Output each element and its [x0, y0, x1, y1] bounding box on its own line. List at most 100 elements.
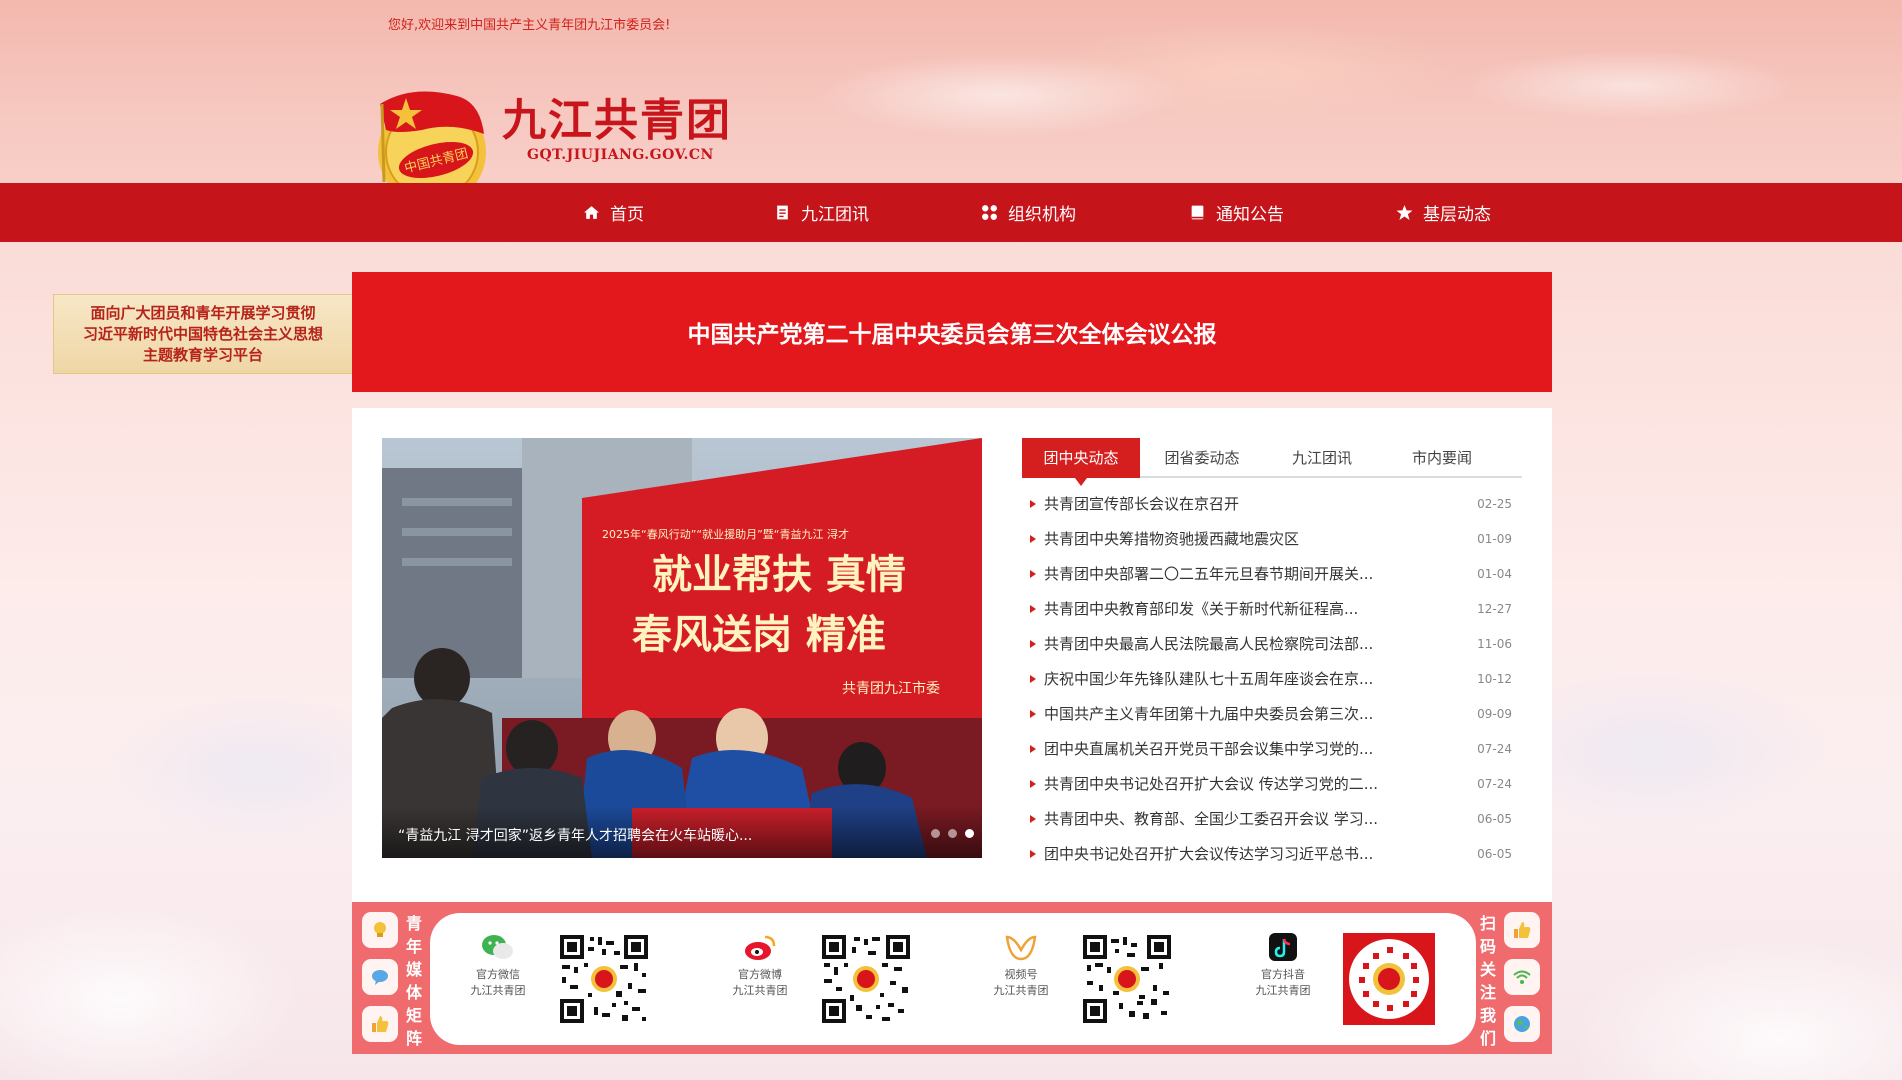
channel-account: 九江共青团	[470, 984, 526, 997]
channel-account: 九江共青团	[1255, 984, 1311, 997]
nav-notices[interactable]: 通知公告	[1189, 183, 1284, 242]
globe-button[interactable]	[1504, 1006, 1540, 1042]
douyin-channel[interactable]: 官方抖音 九江共青团	[1242, 933, 1324, 999]
news-item[interactable]: 共青团中央最高人民法院最高人民检察院司法部... 11-06	[1030, 626, 1512, 661]
channel-name: 官方微信	[476, 968, 520, 981]
slide-caption[interactable]: “青益九江 浔才回家”返乡青年人才招聘会在火车站暖心...	[382, 806, 982, 858]
news-date: 02-25	[1477, 496, 1512, 511]
channel-account: 九江共青团	[732, 984, 788, 997]
nav-label: 组织机构	[1008, 205, 1076, 225]
news-list: 共青团宣传部长会议在京召开 02-25 共青团中央筹措物资驰援西藏地震灾区 01-0…	[1030, 486, 1512, 871]
news-tabs: 团中央动态 团省委动态 九江团讯 市内要闻	[1022, 438, 1522, 486]
tab-city-news[interactable]: 市内要闻	[1387, 438, 1497, 478]
study-platform-banner[interactable]: 面向广大团员和青年开展学习贯彻 习近平新时代中国特色社会主义思想 主题教育学习平…	[53, 294, 353, 374]
news-date: 01-04	[1477, 566, 1512, 581]
header-background	[0, 0, 1902, 184]
news-title: 共青团中央书记处召开扩大会议 传达学习党的二...	[1044, 775, 1379, 793]
like-button[interactable]	[1504, 912, 1540, 948]
site-title[interactable]: 九江共青团	[502, 84, 732, 148]
bullet-arrow-icon	[1030, 779, 1036, 788]
tab-provincial-news[interactable]: 团省委动态	[1147, 438, 1257, 478]
banner-small-text: 2025年“春风行动”“就业援助月”暨“青益九江 浔才	[602, 527, 849, 541]
weibo-qr-code	[820, 933, 912, 1025]
slide-dot[interactable]	[931, 829, 940, 838]
news-title: 共青团中央筹措物资驰援西藏地震灾区	[1044, 530, 1300, 548]
nav-label: 首页	[610, 205, 644, 225]
news-title: 共青团中央教育部印发《关于新时代新征程高...	[1044, 600, 1359, 618]
thumbs-up-icon	[1514, 922, 1531, 938]
weibo-icon	[745, 935, 776, 960]
grid-icon	[982, 205, 997, 220]
channel-name: 官方微博	[738, 968, 782, 981]
slide-dot-active[interactable]	[965, 829, 974, 838]
nav-organization[interactable]: 组织机构	[981, 183, 1076, 242]
channel-account: 九江共青团	[993, 984, 1049, 997]
wifi-button[interactable]	[1504, 959, 1540, 995]
news-date: 07-24	[1477, 776, 1512, 791]
banner-org-text: 共青团九江市委	[842, 680, 940, 697]
news-item[interactable]: 中国共产主义青年团第十九届中央委员会第三次... 09-09	[1030, 696, 1512, 731]
tab-central-news[interactable]: 团中央动态	[1022, 438, 1140, 486]
lightbulb-icon	[374, 922, 386, 937]
news-date: 06-05	[1477, 811, 1512, 826]
news-date: 10-12	[1477, 671, 1512, 686]
news-date: 06-05	[1477, 846, 1512, 861]
news-slideshow[interactable]: 就业帮扶 真情 春风送岗 精准 2025年“春风行动”“就业援助月”暨“青益九江…	[382, 438, 982, 858]
news-date: 01-09	[1477, 531, 1512, 546]
news-title: 共青团中央部署二〇二五年元旦春节期间开展关...	[1044, 565, 1374, 583]
news-item[interactable]: 团中央直属机关召开党员干部会议集中学习党的... 07-24	[1030, 731, 1512, 766]
study-platform-line: 习近平新时代中国特色社会主义思想	[82, 324, 323, 343]
news-item[interactable]: 共青团中央教育部印发《关于新时代新征程高... 12-27	[1030, 591, 1512, 626]
news-title: 团中央书记处召开扩大会议传达学习习近平总书...	[1044, 845, 1374, 863]
nav-jiujiang-news[interactable]: 九江团讯	[774, 183, 869, 242]
bullet-arrow-icon	[1030, 499, 1036, 508]
wechat-channel[interactable]: 官方微信 九江共青团	[457, 933, 539, 999]
nav-home[interactable]: 首页	[583, 183, 644, 242]
news-title: 共青团中央、教育部、全国少工委召开会议 学习...	[1044, 810, 1379, 828]
news-item[interactable]: 共青团中央、教育部、全国少工委召开会议 学习... 06-05	[1030, 801, 1512, 836]
news-item[interactable]: 共青团中央筹措物资驰援西藏地震灾区 01-09	[1030, 521, 1512, 556]
news-item[interactable]: 团中央书记处召开扩大会议传达学习习近平总书... 06-05	[1030, 836, 1512, 871]
news-item[interactable]: 庆祝中国少年先锋队建队七十五周年座谈会在京... 10-12	[1030, 661, 1512, 696]
slide-dot[interactable]	[948, 829, 957, 838]
document-icon	[777, 205, 788, 220]
book-icon	[1191, 205, 1204, 220]
headline-banner[interactable]: 中国共产党第二十届中央委员会第三次全体会议公报	[352, 272, 1552, 392]
thumbs-up-button[interactable]	[362, 1006, 398, 1042]
news-date: 07-24	[1477, 741, 1512, 756]
media-matrix-label: 青年媒体矩阵	[405, 914, 422, 1048]
video-channel[interactable]: 视频号 九江共青团	[980, 933, 1062, 999]
channel-name: 官方抖音	[1261, 968, 1305, 981]
news-item[interactable]: 共青团中央部署二〇二五年元旦春节期间开展关... 01-04	[1030, 556, 1512, 591]
news-title: 中国共产主义青年团第十九届中央委员会第三次...	[1044, 705, 1374, 723]
lightbulb-button[interactable]	[362, 912, 398, 948]
slide-indicators	[931, 829, 974, 838]
banner-text-line2: 春风送岗 精准	[632, 611, 886, 658]
nav-label: 基层动态	[1423, 205, 1491, 225]
bullet-arrow-icon	[1030, 604, 1036, 613]
nav-label: 九江团讯	[801, 205, 869, 225]
news-date: 12-27	[1477, 601, 1512, 616]
news-item[interactable]: 共青团中央书记处召开扩大会议 传达学习党的二... 07-24	[1030, 766, 1512, 801]
tab-jiujiang-news[interactable]: 九江团讯	[1267, 438, 1377, 478]
wechat-qr-code	[558, 933, 650, 1025]
star-icon	[1396, 205, 1413, 220]
home-icon	[584, 206, 599, 219]
wechat-icon	[482, 935, 513, 959]
study-platform-line: 面向广大团员和青年开展学习贯彻	[90, 303, 316, 322]
wifi-icon	[1513, 970, 1531, 984]
study-platform-line: 主题教育学习平台	[142, 345, 263, 364]
bullet-arrow-icon	[1030, 744, 1036, 753]
weibo-channel[interactable]: 官方微博 九江共青团	[719, 933, 801, 999]
chat-button[interactable]	[362, 959, 398, 995]
nav-grassroots[interactable]: 基层动态	[1396, 183, 1491, 242]
news-title: 庆祝中国少年先锋队建队七十五周年座谈会在京...	[1044, 670, 1374, 688]
news-date: 09-09	[1477, 706, 1512, 721]
news-item[interactable]: 共青团宣传部长会议在京召开 02-25	[1030, 486, 1512, 521]
nav-label: 通知公告	[1216, 205, 1284, 225]
chat-bubble-icon	[372, 970, 388, 985]
banner-text-line1: 就业帮扶 真情	[652, 551, 906, 598]
welcome-text: 您好,欢迎来到中国共产主义青年团九江市委员会!	[388, 18, 671, 33]
slide-photo: 就业帮扶 真情 春风送岗 精准 2025年“春风行动”“就业援助月”暨“青益九江…	[382, 438, 982, 858]
news-title: 团中央直属机关召开党员干部会议集中学习党的...	[1044, 740, 1374, 758]
